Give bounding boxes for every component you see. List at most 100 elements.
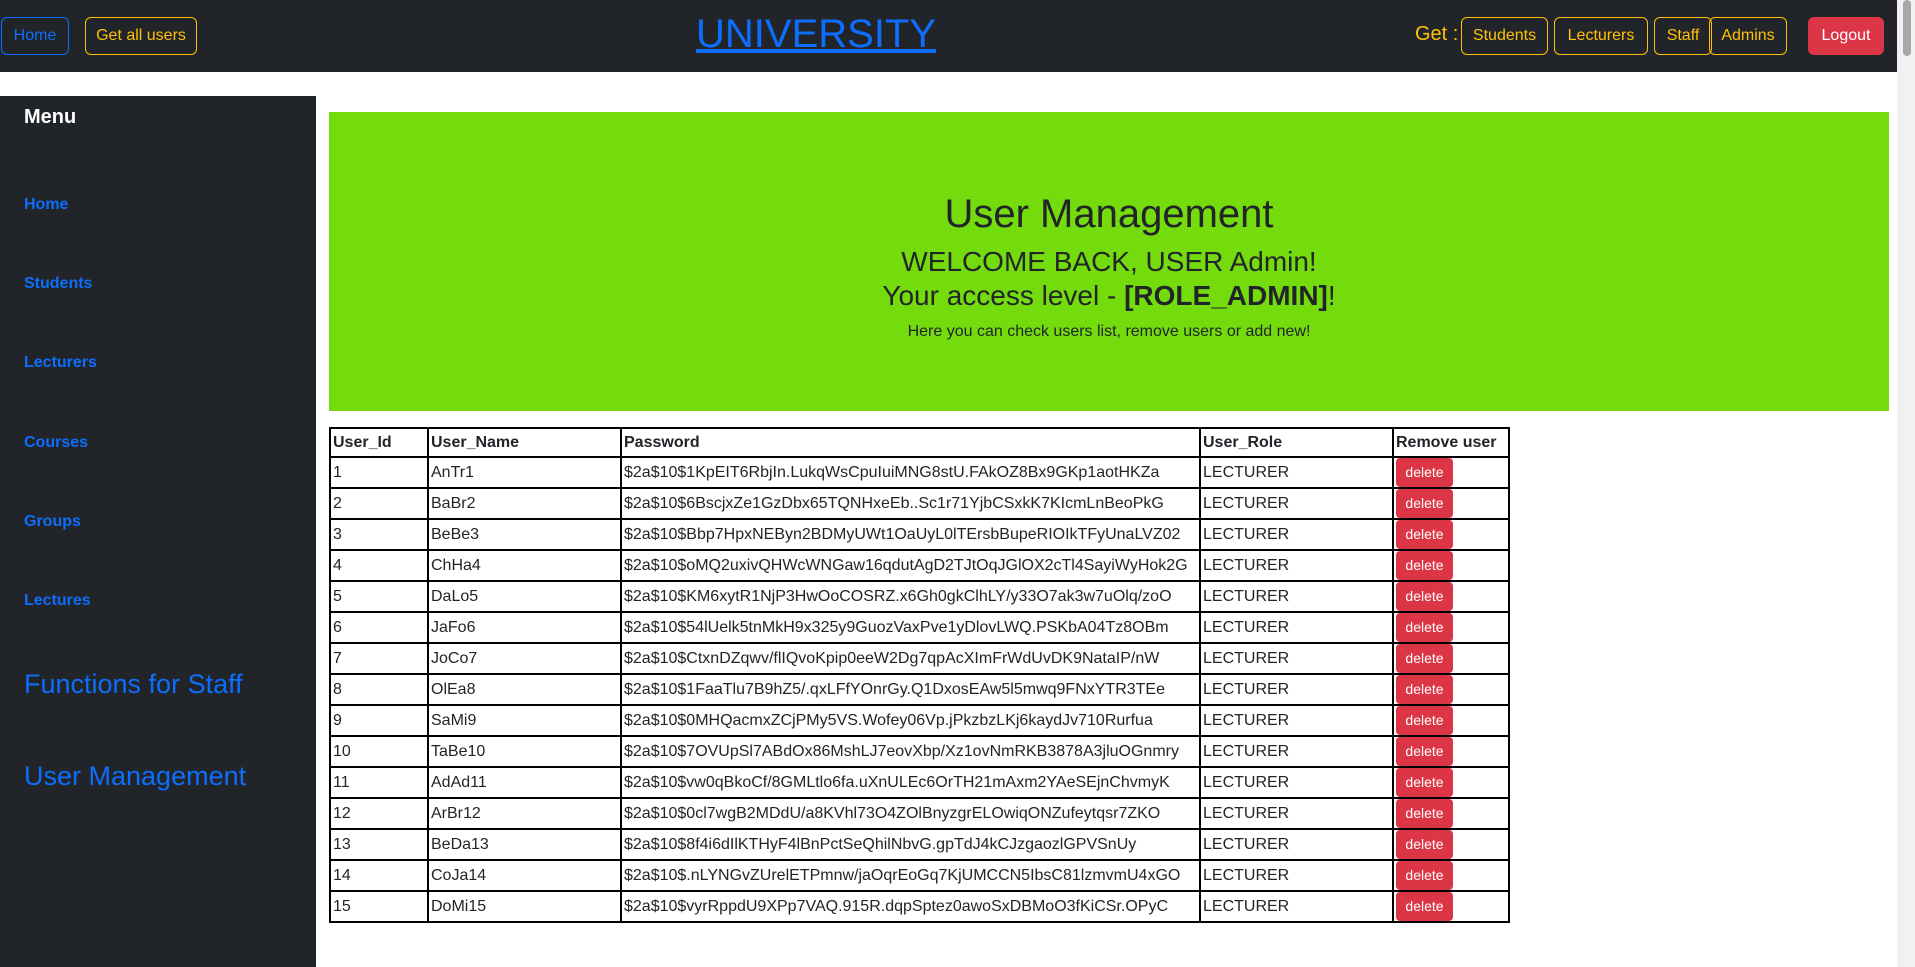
sidebar-item-user-management[interactable]: User Management [24,761,246,792]
table-row: 7 JoCo7 $2a$10$CtxnDZqwv/flIQvoKpip0eeW2Dg… [329,642,1510,675]
header-user-id: User_Id [329,427,429,458]
header-user-name: User_Name [427,427,622,458]
user-role-cell: LECTURER [1199,580,1394,613]
table-row: 5 DaLo5 $2a$10$KM6xytR1NjP3HwOoCOSRZ.x6Gh0… [329,580,1510,613]
table-row: 15 DoMi15 $2a$10$vyrRppdU9XPp7VAQ.915R.dqp… [329,890,1510,923]
sidebar [0,96,316,967]
password-cell: $2a$10$vw0qBkoCf/8GMLtlo6fa.uXnULEc6OrTH… [620,766,1201,799]
page-scrollbar[interactable] [1897,0,1915,967]
home-button[interactable]: Home [1,17,69,55]
user-name-cell: AnTr1 [427,456,622,489]
table-header-row: User_Id User_Name Password User_Role Rem… [329,427,1510,458]
delete-user-button[interactable]: delete [1396,675,1453,704]
welcome-message: WELCOME BACK, USER Admin! [901,246,1317,277]
get-label: Get : [1415,23,1459,45]
remove-user-cell: delete [1392,828,1510,861]
get-all-users-button[interactable]: Get all users [85,17,197,55]
delete-user-button[interactable]: delete [1396,861,1453,890]
user-id-cell: 5 [329,580,429,613]
get-admins-button[interactable]: Admins [1709,17,1787,55]
remove-user-cell: delete [1392,797,1510,830]
user-id-cell: 10 [329,735,429,768]
password-cell: $2a$10$54lUelk5tnMkH9x325y9GuozVaxPve1yD… [620,611,1201,644]
get-lecturers-button[interactable]: Lecturers [1554,17,1648,55]
table-row: 13 BeDa13 $2a$10$8f4i6dIlKTHyF4lBnPctSeQhi… [329,828,1510,861]
hero-banner: User Management WELCOME BACK, USER Admin… [329,112,1889,411]
header-password: Password [620,427,1201,458]
password-cell: $2a$10$8f4i6dIlKTHyF4lBnPctSeQhilNbvG.gp… [620,828,1201,861]
get-staff-button[interactable]: Staff [1654,17,1712,55]
user-name-cell: TaBe10 [427,735,622,768]
delete-user-button[interactable]: delete [1396,830,1453,859]
sidebar-item-students[interactable]: Students [24,275,92,293]
delete-user-button[interactable]: delete [1396,613,1453,642]
password-cell: $2a$10$0MHQacmxZCjPMy5VS.Wofey06Vp.jPkzb… [620,704,1201,737]
table-row: 10 TaBe10 $2a$10$7OVUpSl7ABdOx86MshLJ7eovX… [329,735,1510,768]
user-role-cell: LECTURER [1199,735,1394,768]
hero-note: Here you can check users list, remove us… [907,323,1311,340]
user-name-cell: SaMi9 [427,704,622,737]
remove-user-cell: delete [1392,580,1510,613]
delete-user-button[interactable]: delete [1396,892,1453,921]
top-navbar: Home Get all users UNIVERSITY Get : Stud… [0,0,1897,72]
user-role-cell: LECTURER [1199,766,1394,799]
sidebar-item-courses[interactable]: Courses [24,434,88,452]
delete-user-button[interactable]: delete [1396,768,1453,797]
logout-button[interactable]: Logout [1808,17,1884,55]
user-name-cell: ChHa4 [427,549,622,582]
user-id-cell: 15 [329,890,429,923]
user-name-cell: JaFo6 [427,611,622,644]
sidebar-item-lecturers[interactable]: Lecturers [24,354,97,372]
table-row: 9 SaMi9 $2a$10$0MHQacmxZCjPMy5VS.Wofey06Vp… [329,704,1510,737]
table-row: 8 OlEa8 $2a$10$1FaaTlu7B9hZ5/.qxLFfYOnrGy.… [329,673,1510,706]
remove-user-cell: delete [1392,487,1510,520]
table-row: 2 BaBr2 $2a$10$6BscjxZe1GzDbx65TQNHxeEb..S… [329,487,1510,520]
users-table: User_Id User_Name Password User_Role Rem… [329,427,1510,923]
table-row: 1 AnTr1 $2a$10$1KpEIT6RbjIn.LukqWsCpuIuiMN… [329,456,1510,489]
sidebar-item-home[interactable]: Home [24,196,68,214]
delete-user-button[interactable]: delete [1396,520,1453,549]
delete-user-button[interactable]: delete [1396,458,1453,487]
delete-user-button[interactable]: delete [1396,582,1453,611]
get-students-button[interactable]: Students [1461,17,1548,55]
user-role-cell: LECTURER [1199,673,1394,706]
delete-user-button[interactable]: delete [1396,644,1453,673]
scrollbar-thumb[interactable] [1903,0,1911,56]
user-name-cell: DaLo5 [427,580,622,613]
user-id-cell: 4 [329,549,429,582]
delete-user-button[interactable]: delete [1396,489,1453,518]
user-id-cell: 14 [329,859,429,892]
user-id-cell: 13 [329,828,429,861]
remove-user-cell: delete [1392,549,1510,582]
user-name-cell: BeDa13 [427,828,622,861]
brand-link[interactable]: UNIVERSITY [696,6,936,62]
sidebar-item-lectures[interactable]: Lectures [24,592,91,610]
user-id-cell: 3 [329,518,429,551]
access-level-prefix: Your access level - [882,280,1125,311]
password-cell: $2a$10$0cl7wgB2MDdU/a8KVhl73O4ZOlBnyzgrE… [620,797,1201,830]
password-cell: $2a$10$Bbp7HpxNEByn2BDMyUWt1OaUyL0lTErsb… [620,518,1201,551]
delete-user-button[interactable]: delete [1396,551,1453,580]
table-row: 11 AdAd11 $2a$10$vw0qBkoCf/8GMLtlo6fa.uXnU… [329,766,1510,799]
delete-user-button[interactable]: delete [1396,737,1453,766]
user-name-cell: JoCo7 [427,642,622,675]
user-name-cell: DoMi15 [427,890,622,923]
delete-user-button[interactable]: delete [1396,799,1453,828]
user-id-cell: 2 [329,487,429,520]
remove-user-cell: delete [1392,704,1510,737]
remove-user-cell: delete [1392,859,1510,892]
access-level-role: [ROLE_ADMIN] [1124,280,1328,311]
delete-user-button[interactable]: delete [1396,706,1453,735]
user-role-cell: LECTURER [1199,890,1394,923]
sidebar-item-functions-for-staff[interactable]: Functions for Staff [24,669,243,700]
table-row: 14 CoJa14 $2a$10$.nLYNGvZUrelETPmnw/jaOqrE… [329,859,1510,892]
remove-user-cell: delete [1392,766,1510,799]
user-name-cell: CoJa14 [427,859,622,892]
table-row: 3 BeBe3 $2a$10$Bbp7HpxNEByn2BDMyUWt1OaUyL0… [329,518,1510,551]
header-remove-user: Remove user [1392,427,1510,458]
password-cell: $2a$10$oMQ2uxivQHWcWNGaw16qdutAgD2TJtOqJ… [620,549,1201,582]
access-level-suffix: ! [1327,280,1336,311]
password-cell: $2a$10$1KpEIT6RbjIn.LukqWsCpuIuiMNG8stU.… [620,456,1201,489]
password-cell: $2a$10$6BscjxZe1GzDbx65TQNHxeEb..Sc1r71Y… [620,487,1201,520]
sidebar-item-groups[interactable]: Groups [24,513,81,531]
